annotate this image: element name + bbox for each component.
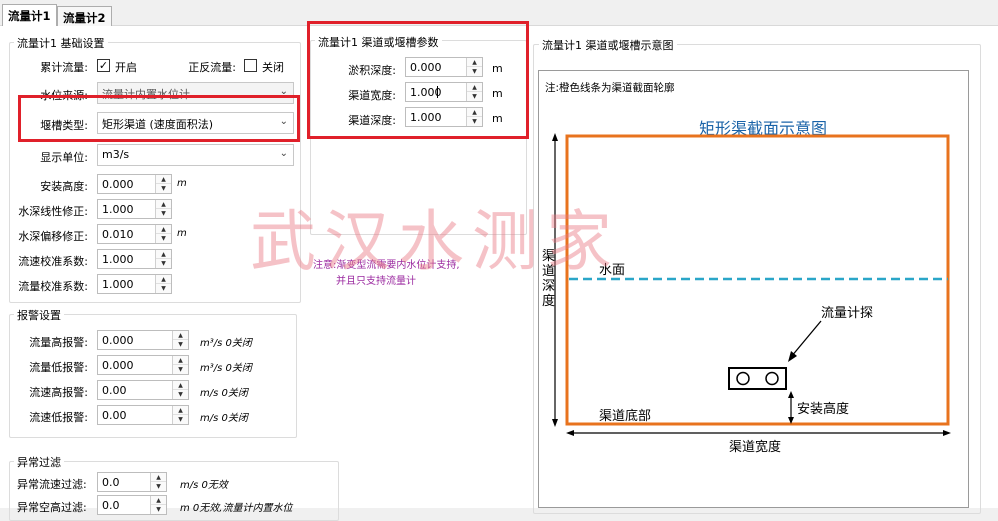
spin-down-icon[interactable]: ▼ xyxy=(173,340,188,349)
velocity-high-alarm-input[interactable]: 0.00 ▲ ▼ xyxy=(97,380,189,400)
spin-down-icon[interactable]: ▼ xyxy=(156,209,171,218)
depth-linear-label: 水深线性修正: xyxy=(18,205,88,218)
spin-up-icon[interactable]: ▲ xyxy=(173,356,188,365)
abnormal-velocity-input[interactable]: 0.0 ▲ ▼ xyxy=(97,472,167,492)
spin-down-icon[interactable]: ▼ xyxy=(173,415,188,424)
install-height-label: 安装高度: xyxy=(40,180,88,193)
tab-flowmeter-1[interactable]: 流量计1 xyxy=(2,4,57,27)
install-height-input[interactable]: 0.000 ▲ ▼ xyxy=(97,174,172,194)
install-height-unit: m xyxy=(177,178,187,189)
depth-offset-unit: m xyxy=(177,228,187,239)
spin-up-icon[interactable]: ▲ xyxy=(173,331,188,340)
flow-high-alarm-label: 流量高报警: xyxy=(29,336,88,349)
display-unit-value: m3/s xyxy=(102,148,130,161)
flow-high-alarm-input[interactable]: 0.000 ▲ ▼ xyxy=(97,330,189,350)
velocity-cal-input[interactable]: 1.000 ▲ ▼ xyxy=(97,249,172,269)
channel-width-label-diagram: 渠道宽度 xyxy=(729,440,782,455)
spin-up-icon[interactable]: ▲ xyxy=(156,275,171,284)
channel-bottom-label: 渠道底部 xyxy=(599,409,652,424)
velocity-low-alarm-label: 流速低报警: xyxy=(29,411,88,424)
display-unit-label: 显示单位: xyxy=(40,151,88,164)
arrowhead-icon xyxy=(566,430,574,436)
alarm-title: 报警设置 xyxy=(14,307,64,323)
highlight-box-channel-params xyxy=(307,21,529,139)
spin-down-icon[interactable]: ▼ xyxy=(156,184,171,193)
probe-label: 流量计探 xyxy=(821,306,874,321)
channel-diagram: 注:橙色线条为渠道截面轮廓 矩形渠截面示意图 渠 道 深 度 水面 流量计探 渠… xyxy=(538,70,969,508)
spin-down-icon[interactable]: ▼ xyxy=(173,390,188,399)
flow-high-alarm-unit: m³/s 0关闭 xyxy=(200,338,252,349)
diagram-title: 流量计1 渠道或堰槽示意图 xyxy=(539,37,677,53)
depth-offset-input[interactable]: 0.010 ▲ ▼ xyxy=(97,224,172,244)
spin-up-icon[interactable]: ▲ xyxy=(173,381,188,390)
tab-flowmeter-2[interactable]: 流量计2 xyxy=(57,6,112,27)
accumulate-value: 开启 xyxy=(115,61,137,74)
basic-settings-title: 流量计1 基础设置 xyxy=(14,35,108,51)
velocity-high-alarm-unit: m/s 0关闭 xyxy=(200,388,248,399)
velocity-cal-label: 流速校准系数: xyxy=(18,255,88,268)
spin-up-icon[interactable]: ▲ xyxy=(156,250,171,259)
arrowhead-icon xyxy=(552,419,558,427)
accumulate-checkbox[interactable]: ✓ xyxy=(97,59,110,72)
arrowhead-icon xyxy=(788,391,794,398)
arrowhead-icon xyxy=(552,133,558,141)
spin-up-icon[interactable]: ▲ xyxy=(151,473,166,482)
abnormal-airgap-unit: m 0无效,流量计内置水位 xyxy=(180,503,293,514)
spin-up-icon[interactable]: ▲ xyxy=(156,175,171,184)
display-unit-select[interactable]: m3/s ⌄ xyxy=(97,144,294,166)
spin-down-icon[interactable]: ▼ xyxy=(156,284,171,293)
accumulate-label: 累计流量: xyxy=(40,61,88,74)
spin-down-icon[interactable]: ▼ xyxy=(156,234,171,243)
spin-up-icon[interactable]: ▲ xyxy=(156,225,171,234)
filter-title: 异常过滤 xyxy=(14,454,64,470)
arrowhead-icon xyxy=(788,351,797,362)
velocity-high-alarm-label: 流速高报警: xyxy=(29,386,88,399)
velocity-low-alarm-unit: m/s 0关闭 xyxy=(200,413,248,424)
spin-up-icon[interactable]: ▲ xyxy=(151,496,166,505)
bidirectional-value: 关闭 xyxy=(262,61,284,74)
abnormal-airgap-label: 异常空高过滤: xyxy=(17,501,87,514)
bidirectional-label: 正反流量: xyxy=(188,61,236,74)
spin-up-icon[interactable]: ▲ xyxy=(156,200,171,209)
abnormal-velocity-label: 异常流速过滤: xyxy=(17,478,87,491)
spin-down-icon[interactable]: ▼ xyxy=(151,482,166,491)
flow-low-alarm-input[interactable]: 0.000 ▲ ▼ xyxy=(97,355,189,375)
spin-down-icon[interactable]: ▼ xyxy=(156,259,171,268)
flow-cal-label: 流量校准系数: xyxy=(18,280,88,293)
velocity-low-alarm-input[interactable]: 0.00 ▲ ▼ xyxy=(97,405,189,425)
flow-low-alarm-unit: m³/s 0关闭 xyxy=(200,363,252,374)
arrowhead-icon xyxy=(943,430,951,436)
flow-cal-input[interactable]: 1.000 ▲ ▼ xyxy=(97,274,172,294)
abnormal-velocity-unit: m/s 0无效 xyxy=(180,480,228,491)
chevron-down-icon: ⌄ xyxy=(279,148,288,159)
spin-down-icon[interactable]: ▼ xyxy=(151,505,166,514)
highlight-box-weir-type xyxy=(18,95,300,142)
probe-pointer-line xyxy=(790,320,822,358)
abnormal-airgap-input[interactable]: 0.0 ▲ ▼ xyxy=(97,495,167,515)
depth-offset-label: 水深偏移修正: xyxy=(18,230,88,243)
watermark: 武汉水测家 xyxy=(250,203,620,280)
bidirectional-checkbox[interactable] xyxy=(244,59,257,72)
spin-down-icon[interactable]: ▼ xyxy=(173,365,188,374)
spin-up-icon[interactable]: ▲ xyxy=(173,406,188,415)
install-height-label-diagram: 安装高度 xyxy=(797,402,850,417)
depth-linear-input[interactable]: 1.000 ▲ ▼ xyxy=(97,199,172,219)
flow-low-alarm-label: 流量低报警: xyxy=(29,361,88,374)
